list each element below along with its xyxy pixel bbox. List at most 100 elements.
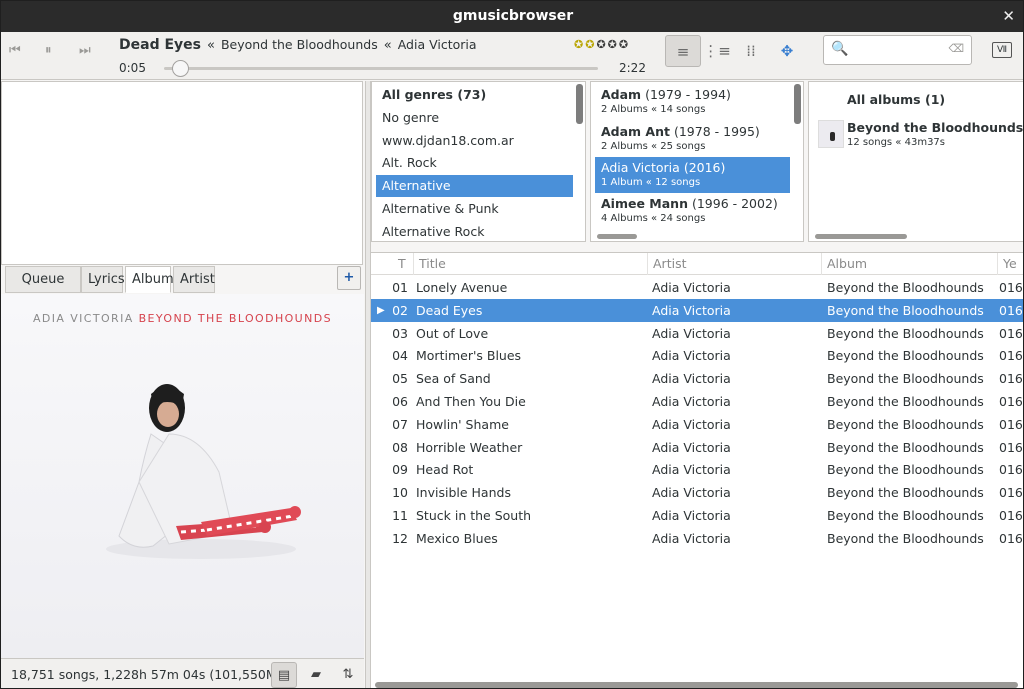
- seek-bar[interactable]: [164, 60, 598, 77]
- column-track[interactable]: T: [393, 253, 414, 275]
- pause-icon[interactable]: ⏸: [45, 43, 52, 58]
- search-box[interactable]: 🔍 ⌫: [823, 35, 972, 65]
- artist-info: 4 Albums « 24 songs: [601, 213, 706, 224]
- song-row[interactable]: 11 Stuck in the South Adia Victoria Beyond …: [371, 504, 1023, 527]
- song-row[interactable]: 04 Mortimer's Blues Adia Victoria Beyond th…: [371, 344, 1023, 367]
- song-year: 016: [999, 530, 1023, 546]
- song-album: Beyond the Bloodhounds: [827, 462, 984, 478]
- song-list: T Title Artist Album Ye 01 Lonely Avenue A…: [371, 252, 1023, 688]
- song-artist: Adia Victoria: [652, 439, 731, 455]
- search-icon: 🔍: [831, 41, 849, 57]
- library-icon[interactable]: ▤: [271, 662, 297, 688]
- song-year: 016: [999, 394, 1023, 409]
- artist-item[interactable]: Adam Ant (1978 - 1995) 2 Albums « 25 son…: [595, 121, 790, 157]
- tab-album[interactable]: Album: [125, 266, 174, 293]
- song-artist: Adia Victoria: [652, 348, 731, 364]
- artist-scrollbar[interactable]: [794, 84, 801, 124]
- song-artist: Adia Victoria: [652, 394, 731, 409]
- artist-item[interactable]: Aimee Mann (1996 - 2002) 4 Albums « 24 s…: [595, 193, 790, 229]
- sort-icon[interactable]: ⇅: [335, 662, 361, 688]
- compact-list-icon: ⋮≡: [703, 42, 731, 60]
- genre-item[interactable]: All genres (73): [376, 84, 486, 106]
- view-grid-button[interactable]: ⁞⁞: [733, 35, 769, 67]
- book-icon[interactable]: ▰: [303, 662, 329, 688]
- song-row[interactable]: 08 Horrible Weather Adia Victoria Beyond th…: [371, 436, 1023, 459]
- song-row[interactable]: 05 Sea of Sand Adia Victoria Beyond the Blo…: [371, 367, 1023, 390]
- artist-item-selected[interactable]: Adia Victoria (2016) 1 Album « 12 songs: [595, 157, 790, 193]
- view-compact-button[interactable]: ⋮≡: [699, 35, 735, 67]
- song-num: 06: [393, 394, 408, 409]
- status-bar: 18,751 songs, 1,228h 57m 04s (101,550MB)…: [1, 658, 364, 688]
- song-year: 016: [999, 325, 1023, 341]
- song-title: Sea of Sand: [416, 371, 491, 387]
- column-album[interactable]: Album: [822, 253, 998, 275]
- song-title: Horrible Weather: [416, 439, 523, 455]
- artist-item[interactable]: Adam (1979 - 1994) 2 Albums « 14 songs: [595, 84, 790, 120]
- view-fullscreen-button[interactable]: ✥: [769, 35, 805, 67]
- layout-icon[interactable]: Ⅶ: [992, 42, 1012, 58]
- song-album: Beyond the Bloodhounds: [827, 530, 984, 546]
- album-name[interactable]: Beyond the Bloodhounds (201: [847, 120, 1023, 135]
- tab-artist[interactable]: Artist: [173, 266, 215, 293]
- song-artist: Adia Victoria: [652, 302, 731, 318]
- column-title[interactable]: Title: [414, 253, 648, 275]
- song-title: Howlin' Shame: [416, 416, 509, 432]
- artist-info: 2 Albums « 25 songs: [601, 141, 706, 152]
- song-title: Lonely Avenue: [416, 280, 508, 295]
- song-artist: Adia Victoria: [652, 462, 731, 478]
- song-artist: Adia Victoria: [652, 280, 731, 295]
- track-artist[interactable]: Adia Victoria: [398, 37, 477, 52]
- song-year: 016: [999, 485, 1023, 501]
- song-title: Stuck in the South: [416, 508, 532, 523]
- track-title[interactable]: Dead Eyes: [119, 37, 201, 53]
- genre-item[interactable]: No genre: [376, 107, 439, 129]
- artist-info: 2 Albums « 14 songs: [601, 104, 706, 115]
- previous-icon[interactable]: ⏮: [9, 43, 21, 58]
- tab-queue[interactable]: Queue (0): [5, 266, 81, 312]
- song-year: 016: [999, 371, 1023, 387]
- song-row[interactable]: 01 Lonely Avenue Adia Victoria Beyond the B…: [371, 276, 1023, 299]
- song-row[interactable]: 03 Out of Love Adia Victoria Beyond the Blo…: [371, 322, 1023, 345]
- search-input[interactable]: [852, 40, 942, 60]
- tab-lyrics[interactable]: Lyrics: [81, 266, 125, 293]
- player-toolbar: ⏮ ⏸ ⏭ Dead Eyes « Beyond the Bloodhounds « A…: [1, 32, 1023, 80]
- seek-knob[interactable]: [172, 60, 189, 77]
- song-title: And Then You Die: [416, 394, 526, 409]
- song-title: Mortimer's Blues: [416, 348, 522, 364]
- column-artist[interactable]: Artist: [648, 253, 822, 275]
- song-row[interactable]: 12 Mexico Blues Adia Victoria Beyond the Bl…: [371, 527, 1023, 550]
- genre-item-selected[interactable]: Alternative: [376, 175, 573, 197]
- album-thumbnail: [818, 120, 844, 148]
- genre-scrollbar[interactable]: [576, 84, 583, 124]
- genre-item[interactable]: Alt. Rock: [376, 152, 437, 174]
- title-bar: gmusicbrowser ✕: [1, 1, 1023, 32]
- column-year[interactable]: Ye: [998, 253, 1023, 275]
- song-year: 016: [999, 416, 1023, 432]
- track-album[interactable]: Beyond the Bloodhounds: [221, 37, 378, 52]
- song-row[interactable]: 09 Head Rot Adia Victoria Beyond the Bloodh…: [371, 458, 1023, 481]
- genre-item[interactable]: www.djdan18.com.ar: [376, 130, 514, 152]
- song-row-playing[interactable]: ▶ 02 Dead Eyes Adia Victoria Beyond the Bloo…: [371, 298, 1023, 322]
- clear-icon[interactable]: ⌫: [948, 42, 964, 55]
- song-num: 04: [393, 348, 408, 364]
- add-icon[interactable]: +: [337, 266, 361, 290]
- time-elapsed: 0:05: [119, 61, 146, 75]
- song-album: Beyond the Bloodhounds: [827, 394, 984, 409]
- close-icon[interactable]: ✕: [1002, 1, 1015, 32]
- song-row[interactable]: 10 Invisible Hands Adia Victoria Beyond the…: [371, 481, 1023, 504]
- genre-item[interactable]: Alternative & Punk: [376, 198, 499, 220]
- song-hscrollbar[interactable]: [375, 682, 1018, 688]
- song-row[interactable]: 06 And Then You Die Adia Victoria Beyond th…: [371, 390, 1023, 413]
- rating-stars[interactable]: ✪✪✪✪✪: [574, 38, 630, 51]
- song-row[interactable]: 07 Howlin' Shame Adia Victoria Beyond the B…: [371, 413, 1023, 436]
- album-hscrollbar[interactable]: [815, 234, 907, 239]
- separator: «: [206, 38, 215, 53]
- view-list-button[interactable]: ≡: [665, 35, 701, 67]
- song-album: Beyond the Bloodhounds: [827, 485, 984, 501]
- genre-item[interactable]: Alternative Rock: [376, 221, 484, 241]
- artist-hscrollbar[interactable]: [597, 234, 637, 239]
- next-icon[interactable]: ⏭: [79, 43, 91, 58]
- artist-years: (2016): [683, 160, 726, 175]
- album-info: 12 songs « 43m37s: [847, 137, 946, 148]
- albums-header[interactable]: All albums (1): [847, 92, 945, 107]
